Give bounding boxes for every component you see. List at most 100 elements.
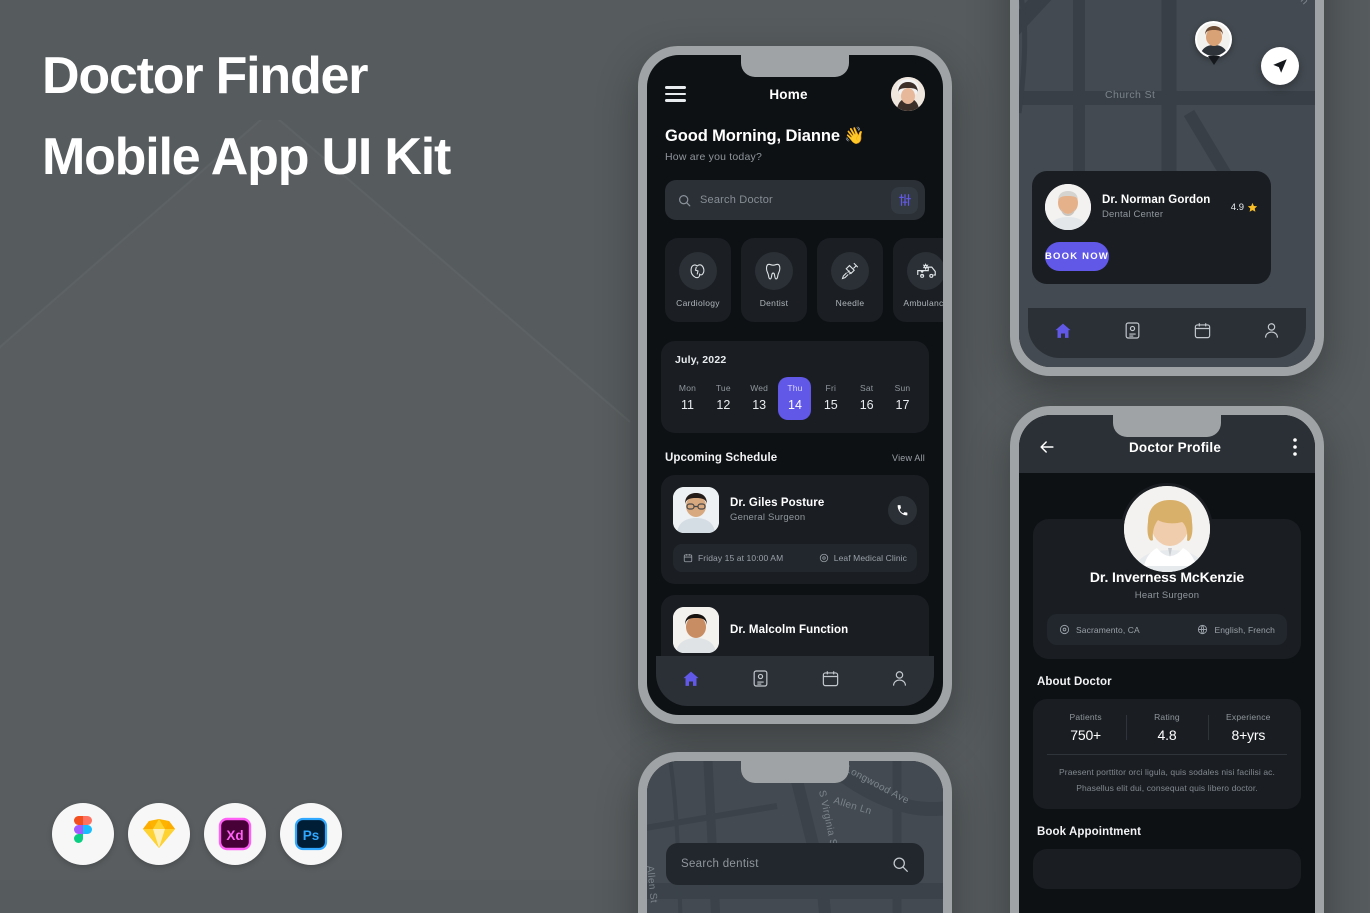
globe-icon [1198, 624, 1208, 635]
category-item-ambulance[interactable]: Ambulance [893, 238, 943, 322]
stat-label: Patients [1069, 712, 1102, 722]
calendar-day[interactable]: Wed 13 [743, 377, 776, 420]
search-doctor-bar[interactable]: Search Doctor [665, 180, 925, 220]
day-of-week: Sat [859, 383, 874, 393]
doctor-name: Dr. Malcolm Function [730, 624, 849, 636]
rating-value: 4.9 [1230, 201, 1244, 213]
nav-item-profile[interactable] [890, 669, 909, 693]
doctor-stats-card: Patients 750+ Rating 4.8 Experience 8+yr… [1033, 699, 1301, 810]
calendar-day[interactable]: Sun 17 [886, 377, 919, 420]
nav-item-schedule[interactable] [821, 669, 840, 693]
category-item-dentist[interactable]: Dentist [741, 238, 807, 322]
stat-label: Experience [1226, 712, 1271, 722]
category-list: Cardiology Dentist Needle Ambulanc [647, 220, 943, 322]
ambulance-icon [907, 252, 943, 290]
photoshop-logo: Ps [280, 803, 342, 865]
filter-button[interactable] [891, 186, 918, 214]
nav-item-schedule[interactable] [1193, 321, 1212, 345]
calendar-day[interactable]: Fri 15 [814, 377, 847, 420]
phone-notch [741, 761, 849, 783]
svg-text:Xd: Xd [226, 828, 243, 843]
nav-item-records[interactable] [1123, 321, 1142, 345]
category-label: Dentist [759, 298, 789, 308]
search-dentist-bar[interactable]: Search dentist [666, 843, 924, 885]
bottom-navigation [656, 656, 934, 706]
doctor-photo [673, 487, 719, 533]
profile-hero: Dr. Inverness McKenzie Heart Surgeon Sac… [1019, 473, 1315, 659]
doctor-map-card[interactable]: Dr. Norman Gordon Dental Center 4.9 BOOK… [1032, 171, 1271, 284]
locate-me-button[interactable] [1261, 47, 1299, 85]
about-title: About Doctor [1037, 676, 1112, 688]
user-avatar[interactable] [891, 77, 925, 111]
category-item-needle[interactable]: Needle [817, 238, 883, 322]
id-card-icon [753, 670, 768, 687]
schedule-clinic-text: Leaf Medical Clinic [833, 553, 907, 563]
calendar-widget: July, 2022 Mon 11 Tue 12 Wed 13 Thu 14 F… [661, 341, 929, 433]
schedule-card[interactable]: Dr. Giles Posture General Surgeon Friday… [661, 475, 929, 584]
syringe-icon [831, 252, 869, 290]
schedule-info-row: Friday 15 at 10:00 AM Leaf Medical Clini… [673, 544, 917, 572]
phone-home-screen: Home Good Morning, Dianne 👋 How are you … [638, 46, 952, 724]
doctor-photo [673, 607, 719, 653]
search-input[interactable]: Search dentist [681, 858, 759, 870]
phone-notch [1113, 415, 1221, 437]
view-all-link[interactable]: View All [892, 453, 925, 463]
calendar-icon [683, 554, 693, 563]
book-now-button[interactable]: BOOK NOW [1045, 242, 1109, 271]
stat-experience: Experience 8+yrs [1207, 712, 1289, 743]
star-icon [1247, 202, 1258, 212]
search-input[interactable]: Search Doctor [700, 194, 882, 206]
day-number: 16 [859, 398, 874, 412]
sketch-logo [128, 803, 190, 865]
call-button[interactable] [888, 495, 917, 525]
calendar-month: July, 2022 [675, 354, 727, 366]
bottom-navigation [1028, 308, 1306, 358]
appbar-title: Home [769, 86, 808, 102]
calendar-day-selected[interactable]: Thu 14 [778, 377, 812, 420]
day-number: 14 [788, 398, 802, 412]
category-label: Needle [835, 298, 865, 308]
doctor-specialty: General Surgeon [730, 512, 806, 523]
map-pin-doctor[interactable] [1195, 21, 1232, 65]
menu-icon[interactable] [665, 86, 686, 102]
nav-item-profile[interactable] [1262, 321, 1281, 345]
stat-value: 8+yrs [1231, 727, 1266, 743]
nav-item-home[interactable] [1053, 321, 1073, 346]
calendar-day[interactable]: Sat 16 [850, 377, 883, 420]
location-text: Sacramento, CA [1076, 624, 1140, 635]
calendar-day[interactable]: Mon 11 [671, 377, 704, 420]
category-item-cardiology[interactable]: Cardiology [665, 238, 731, 322]
calendar-days: Mon 11 Tue 12 Wed 13 Thu 14 Fri 15 Sat 1… [671, 377, 919, 420]
book-appointment-slot[interactable] [1033, 849, 1301, 890]
section-title: Upcoming Schedule [665, 452, 778, 464]
stat-value: 750+ [1070, 727, 1102, 743]
stat-patients: Patients 750+ [1045, 712, 1126, 743]
person-icon [892, 671, 906, 686]
map-canvas[interactable]: S Virginia St Allen Ln Longwood Ave Alle… [647, 761, 943, 913]
schedule-time: Friday 15 at 10:00 AM [683, 553, 783, 563]
nav-item-records[interactable] [751, 669, 770, 693]
day-of-week: Wed [750, 383, 769, 393]
upcoming-schedule-header: Upcoming Schedule View All [647, 433, 943, 464]
phone-search-map-screen: S Virginia St Allen Ln Longwood Ave Alle… [638, 752, 952, 913]
day-number: 11 [681, 398, 694, 412]
adobe-xd-logo: Xd [204, 803, 266, 865]
search-icon[interactable] [892, 856, 909, 873]
schedule-time-text: Friday 15 at 10:00 AM [698, 553, 784, 563]
divider [1047, 754, 1287, 755]
calendar-day[interactable]: Tue 12 [707, 377, 740, 420]
calendar-icon [1194, 323, 1210, 339]
software-logos: Xd Ps [52, 803, 342, 865]
more-options-icon[interactable] [1293, 438, 1297, 456]
map-streets: S Virginia St Allen Ln Longwood Ave Alle… [647, 761, 943, 913]
day-of-week: Fri [825, 383, 837, 393]
doctor-languages: English, French [1167, 624, 1275, 635]
back-arrow-icon[interactable] [1037, 437, 1057, 457]
nav-item-home[interactable] [681, 669, 701, 694]
phone-map-screen: S Virginia St Church St Winston [1010, 0, 1324, 376]
title-line-2: Mobile App UI Kit [42, 127, 451, 186]
greeting-title: Good Morning, Dianne 👋 [665, 127, 865, 145]
filter-sliders-icon [898, 194, 911, 206]
location-pin-icon [1059, 624, 1070, 635]
title-line-1: Doctor Finder [42, 47, 368, 105]
